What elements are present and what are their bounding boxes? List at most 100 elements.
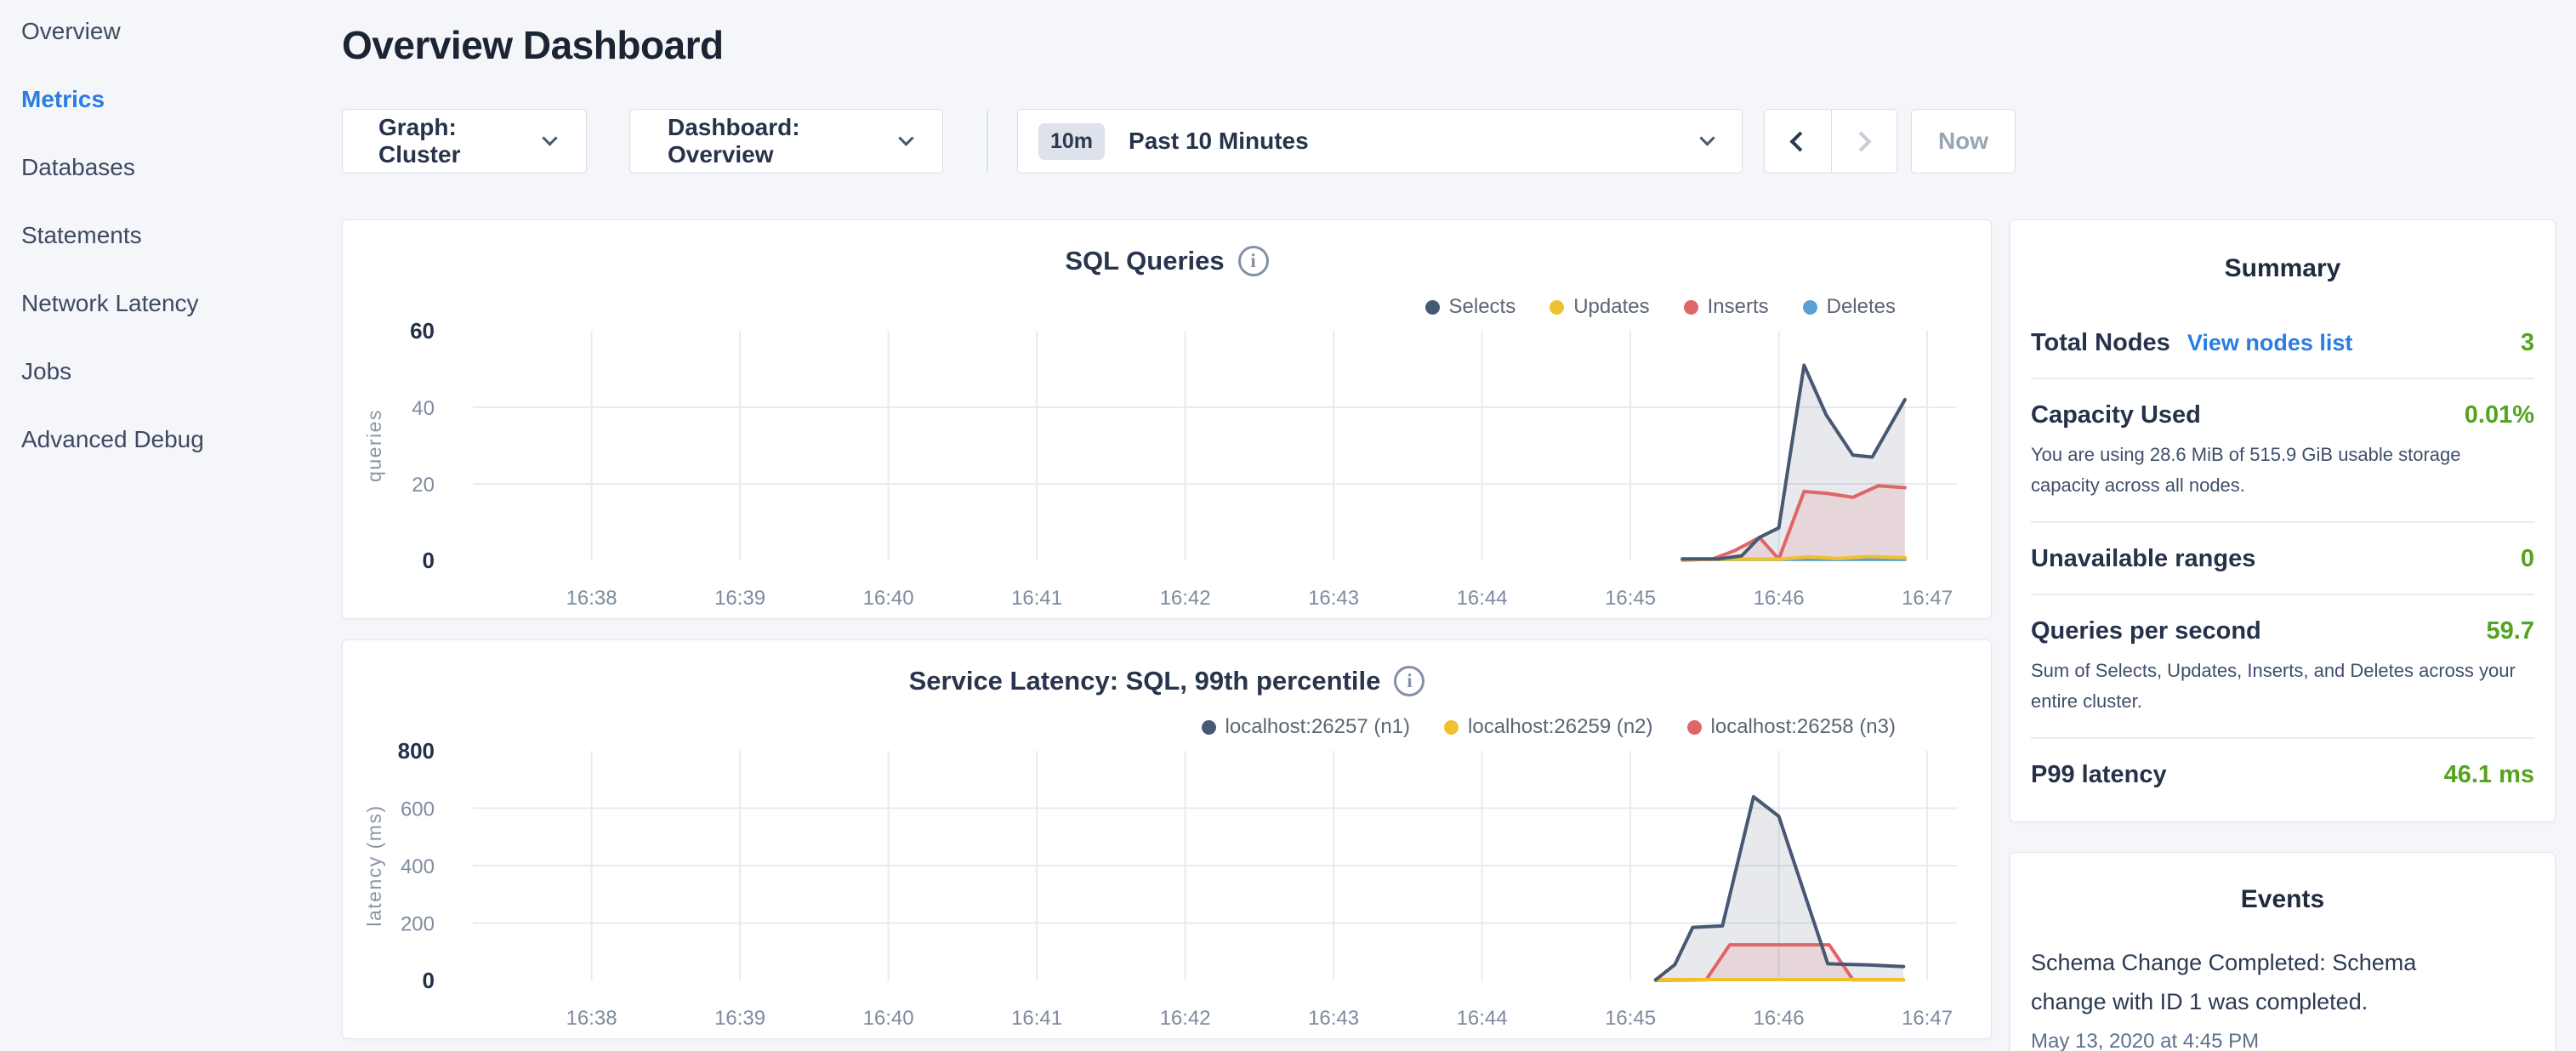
legend-item: Deletes [1803,295,1896,319]
now-button[interactable]: Now [1911,109,2016,173]
svg-text:0: 0 [423,548,435,573]
chart-title-row: SQL Queries i [343,246,1991,276]
svg-text:400: 400 [401,855,435,878]
legend-item: localhost:26258 (n3) [1687,715,1896,739]
legend-dot-selects [1425,300,1440,315]
svg-text:16:42: 16:42 [1160,1007,1211,1030]
summary-row-label: P99 latency [2031,761,2167,789]
graph-scope-label: Graph: Cluster [378,114,544,168]
summary-row-label: Total Nodes [2031,329,2170,357]
legend-item: Inserts [1684,295,1769,319]
event-text: Schema Change Completed: Schema change w… [2031,943,2448,1021]
sidebar-item-jobs[interactable]: Jobs [0,338,340,406]
summary-title: Summary [2031,242,2534,307]
chart-title-row: Service Latency: SQL, 99th percentile i [343,666,1991,696]
event-list-item[interactable]: Schema Change Completed: Schema change w… [2031,943,2534,1051]
time-range-label: Past 10 Minutes [1129,128,1702,155]
legend-item: localhost:26259 (n2) [1444,715,1652,739]
svg-text:0: 0 [423,968,435,993]
time-range-badge: 10m [1038,123,1105,160]
svg-text:16:42: 16:42 [1160,587,1211,610]
svg-text:16:43: 16:43 [1308,587,1359,610]
summary-row-queries-per-second: Queries per second 59.7 Sum of Selects, … [2031,594,2534,737]
legend-label: localhost:26257 (n1) [1225,715,1410,739]
summary-row-subtext: Sum of Selects, Updates, Inserts, and De… [2031,656,2534,717]
svg-text:20: 20 [412,474,435,497]
sidebar-item-statements[interactable]: Statements [0,202,340,270]
sidebar-item-metrics[interactable]: Metrics [0,65,340,134]
sidebar-item-label: Advanced Debug [21,426,204,453]
sidebar-item-label: Databases [21,154,135,181]
graph-scope-dropdown[interactable]: Graph: Cluster [342,109,587,173]
sidebar-item-label: Network Latency [21,290,199,317]
dashboard-dropdown[interactable]: Dashboard: Overview [629,109,943,173]
time-next-button[interactable] [1831,110,1897,173]
legend-dot-inserts [1684,300,1698,315]
view-nodes-list-link[interactable]: View nodes list [2187,330,2353,356]
legend-item: localhost:26257 (n1) [1202,715,1410,739]
svg-text:16:40: 16:40 [863,1007,914,1030]
summary-row-unavailable-ranges: Unavailable ranges 0 [2031,521,2534,594]
sidebar-item-overview[interactable]: Overview [0,0,340,65]
summary-row-value: 59.7 [2487,617,2534,645]
sidebar-item-databases[interactable]: Databases [0,134,340,202]
svg-text:16:45: 16:45 [1605,587,1656,610]
legend-dot-deletes [1803,300,1817,315]
chevron-down-icon [542,130,557,145]
summary-row-subtext: You are using 28.6 MiB of 515.9 GiB usab… [2031,440,2534,501]
overview-dashboard-page: Overview Metrics Databases Statements Ne… [0,0,2576,1051]
chart-title: SQL Queries [1065,246,1224,276]
info-icon[interactable]: i [1394,666,1424,696]
sql-queries-chart[interactable]: 16:3816:3916:4016:4116:4216:4316:4416:45… [343,220,1993,620]
svg-text:latency (ms): latency (ms) [363,804,385,926]
summary-row-capacity-used: Capacity Used 0.01% You are using 28.6 M… [2031,378,2534,521]
sidebar-item-label: Statements [21,222,142,249]
summary-row-label: Queries per second [2031,617,2261,645]
svg-text:16:38: 16:38 [566,587,617,610]
info-icon[interactable]: i [1238,246,1269,276]
svg-text:60: 60 [410,318,435,344]
legend-dot-n3 [1687,720,1702,735]
legend-label: Updates [1573,295,1649,319]
event-timestamp: May 13, 2020 at 4:45 PM [2031,1030,2534,1051]
svg-text:16:40: 16:40 [863,587,914,610]
legend-label: localhost:26259 (n2) [1468,715,1652,739]
summary-panel: Summary Total Nodes View nodes list 3 Ca… [2010,219,2556,822]
page-title: Overview Dashboard [342,22,724,68]
svg-text:16:41: 16:41 [1011,587,1062,610]
sidebar-item-network-latency[interactable]: Network Latency [0,270,340,338]
time-nav-arrows [1764,109,1897,173]
sidebar-item-advanced-debug[interactable]: Advanced Debug [0,406,340,474]
summary-row-total-nodes: Total Nodes View nodes list 3 [2031,307,2534,378]
time-range-dropdown[interactable]: 10m Past 10 Minutes [1017,109,1743,173]
dashboard-label: Dashboard: Overview [668,114,901,168]
chevron-down-icon [1699,130,1714,145]
sidebar-item-label: Metrics [21,86,105,113]
time-prev-button[interactable] [1765,110,1831,173]
svg-text:16:47: 16:47 [1902,1007,1953,1030]
sql-queries-chart-card: 16:3816:3916:4016:4116:4216:4316:4416:45… [342,219,1992,619]
events-panel: Events Schema Change Completed: Schema c… [2010,852,2556,1051]
svg-text:200: 200 [401,913,435,936]
summary-row-value: 3 [2521,329,2534,357]
svg-text:16:45: 16:45 [1605,1007,1656,1030]
legend-dot-n2 [1444,720,1459,735]
svg-text:16:46: 16:46 [1754,587,1805,610]
svg-text:600: 600 [401,798,435,821]
summary-row-label: Capacity Used [2031,401,2201,429]
chart-legend: localhost:26257 (n1) localhost:26259 (n2… [1168,715,1896,739]
chart-legend: Selects Updates Inserts Deletes [1391,295,1896,319]
controls-divider [987,111,988,172]
legend-label: Selects [1449,295,1516,319]
svg-text:16:39: 16:39 [714,1007,765,1030]
events-title: Events [2031,873,2534,938]
chart-title: Service Latency: SQL, 99th percentile [909,666,1381,696]
svg-text:16:39: 16:39 [714,587,765,610]
sidebar-item-label: Jobs [21,358,71,385]
legend-dot-updates [1550,300,1564,315]
svg-text:40: 40 [412,397,435,420]
service-latency-chart[interactable]: 16:3816:3916:4016:4116:4216:4316:4416:45… [343,640,1993,1040]
summary-row-value: 46.1 ms [2444,761,2534,789]
legend-item: Selects [1425,295,1516,319]
svg-text:800: 800 [398,738,435,764]
